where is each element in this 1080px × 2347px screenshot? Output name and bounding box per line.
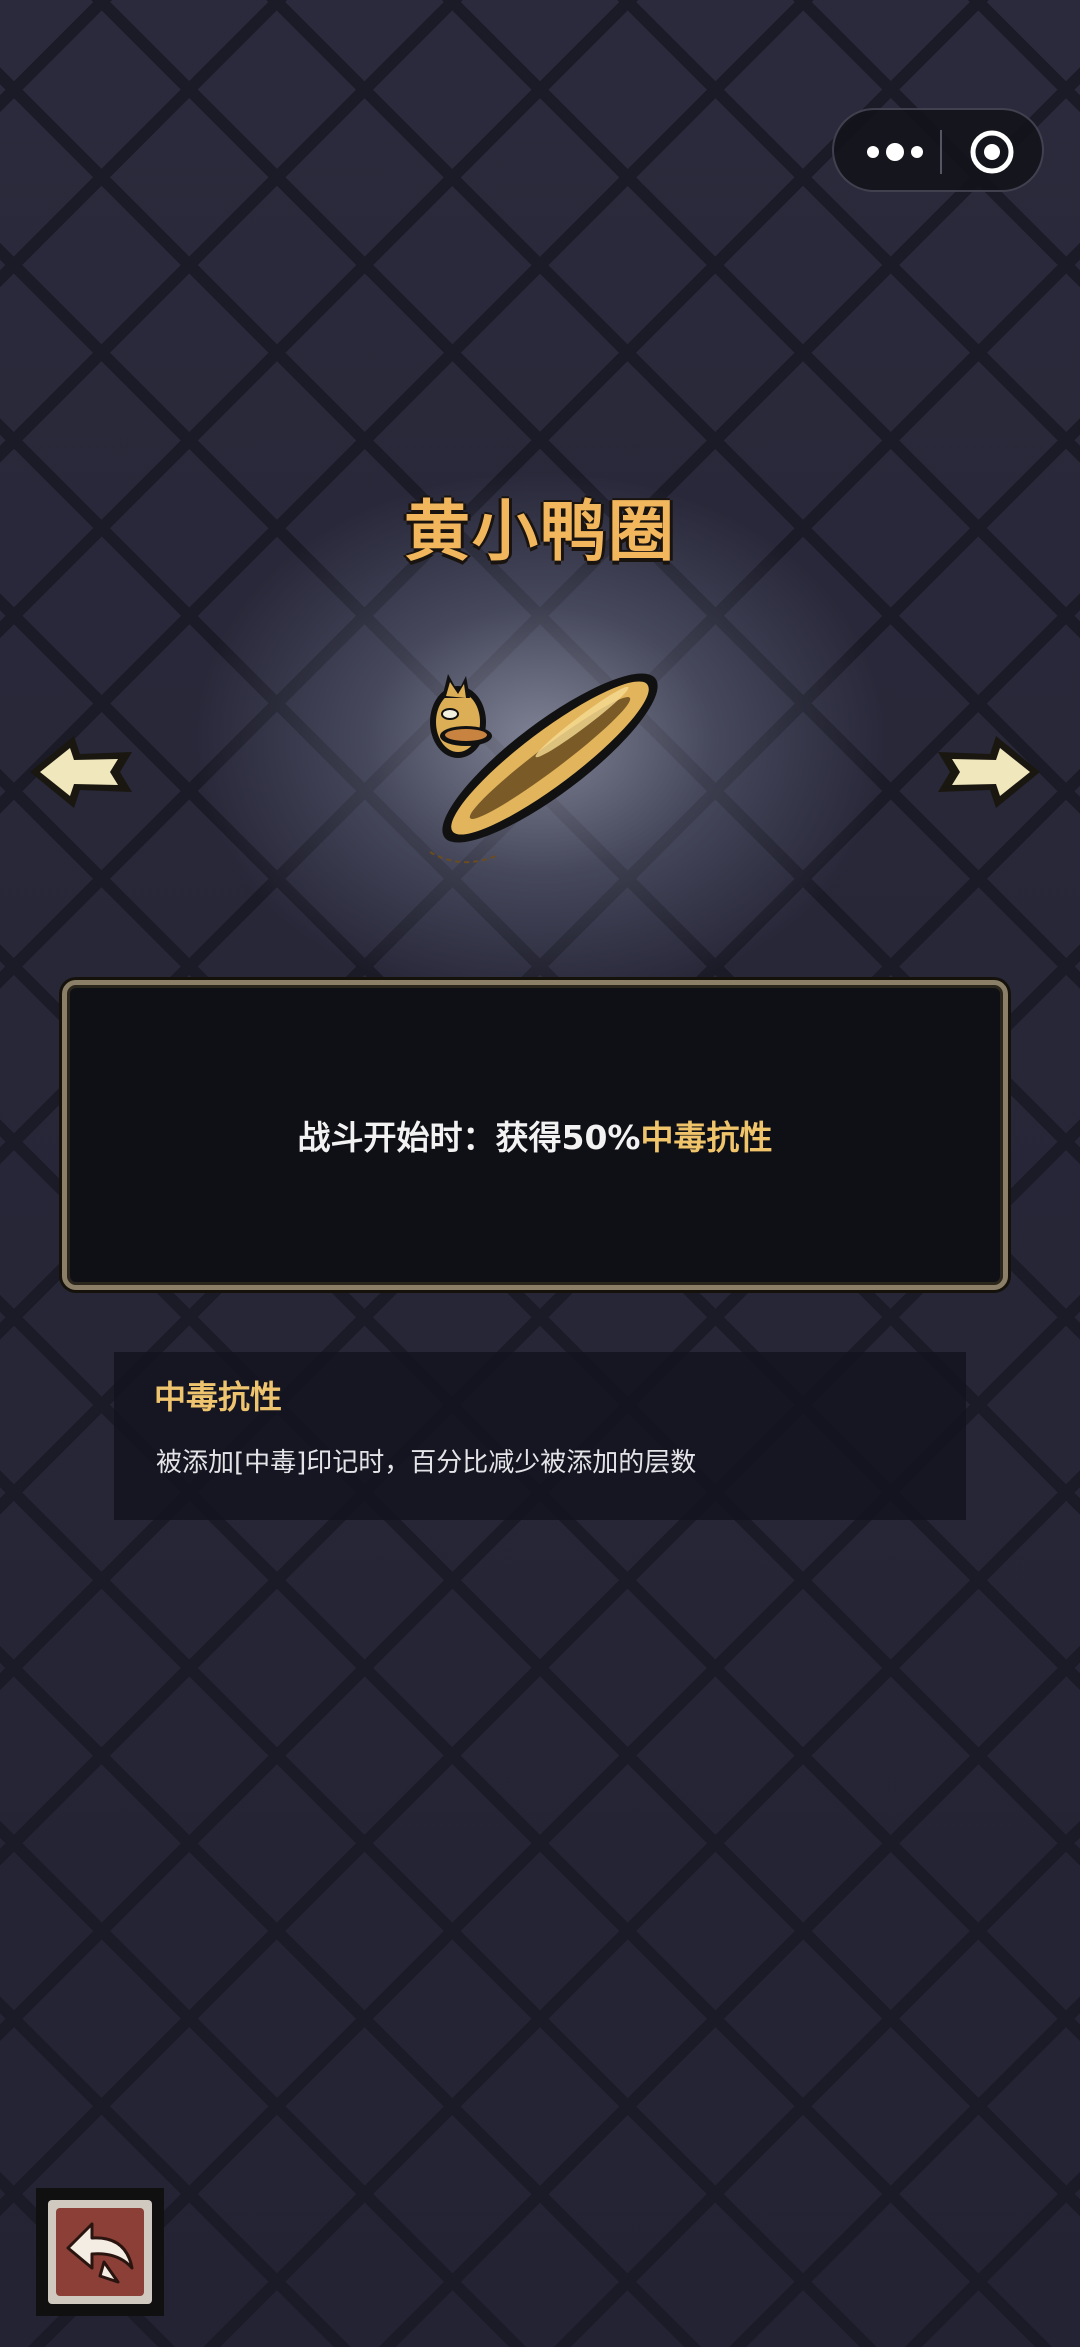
keyword-description: 被添加[中毒]印记时，百分比减少被添加的层数 [156, 1448, 697, 1478]
effect-text: 战斗开始时：获得50% 中毒抗性 [67, 985, 1003, 1285]
more-dots-icon[interactable] [862, 132, 928, 172]
effect-prefix: 战斗开始时：获得50% [297, 1118, 641, 1157]
target-circle-icon[interactable] [968, 128, 1016, 176]
effect-panel: 战斗开始时：获得50% 中毒抗性 [62, 980, 1008, 1290]
arrow-right-icon[interactable] [930, 728, 1048, 816]
duck-ring-icon [400, 630, 700, 880]
miniprogram-capsule [832, 108, 1044, 192]
keyword-tooltip: 中毒抗性 被添加[中毒]印记时，百分比减少被添加的层数 [114, 1352, 966, 1520]
item-detail-screen: 黄小鸭圈 战斗开始时：获得50% 中毒抗性 中毒抗性 被添加[中毒]印记时，百分… [0, 0, 1080, 2347]
arrow-left-icon[interactable] [22, 728, 140, 816]
effect-keyword[interactable]: 中毒抗性 [641, 1111, 773, 1159]
item-title: 黄小鸭圈 [404, 493, 676, 570]
keyword-name: 中毒抗性 [154, 1378, 283, 1416]
capsule-divider [940, 130, 942, 174]
return-arrow-icon[interactable] [34, 2186, 166, 2318]
